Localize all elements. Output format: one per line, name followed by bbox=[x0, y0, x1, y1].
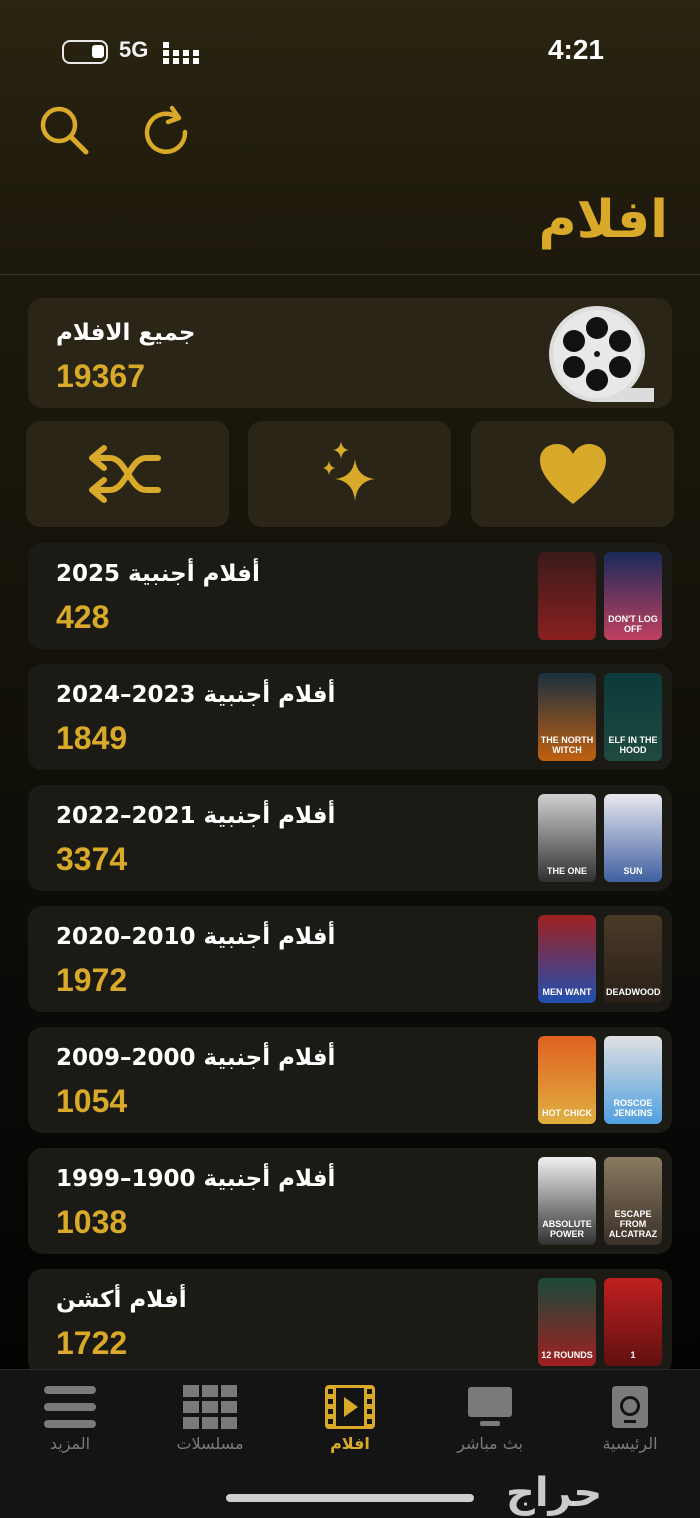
movie-poster: DEADWOOD bbox=[604, 915, 662, 1003]
poster-title: ELF IN THE HOOD bbox=[608, 735, 658, 755]
category-card[interactable]: أفلام أكشن 1722 12 ROUNDS 1 bbox=[28, 1269, 672, 1375]
quick-actions bbox=[26, 421, 674, 527]
home-icon bbox=[612, 1386, 648, 1428]
search-button[interactable] bbox=[34, 100, 94, 160]
favorites-button[interactable] bbox=[471, 421, 674, 527]
poster-title: ABSOLUTE POWER bbox=[542, 1219, 592, 1239]
tab-more-label: المزيد bbox=[49, 1434, 91, 1453]
movie-poster: HOT CHICK bbox=[538, 1036, 596, 1124]
status-bar: 5G 4:21 bbox=[0, 0, 700, 100]
suggestions-button[interactable] bbox=[248, 421, 451, 527]
movie-poster: SUN bbox=[604, 794, 662, 882]
poster-title: THE ONE bbox=[546, 866, 587, 876]
poster-title: 12 ROUNDS bbox=[541, 1350, 593, 1360]
signal-icon bbox=[163, 42, 199, 64]
category-name: أفلام أجنبية 2025 bbox=[56, 561, 260, 587]
poster-thumbnails: ABSOLUTE POWER ESCAPE FROM ALCATRAZ bbox=[538, 1157, 664, 1245]
category-card[interactable]: أفلام أجنبية 2023–2024 1849 THE NORTH WITC… bbox=[28, 664, 672, 770]
poster-title: DEADWOOD bbox=[606, 987, 661, 997]
page-title: افلام bbox=[538, 190, 668, 250]
home-indicator bbox=[226, 1494, 474, 1502]
network-label: 5G bbox=[119, 37, 149, 62]
menu-icon bbox=[44, 1386, 96, 1428]
category-count: 428 bbox=[56, 599, 110, 635]
film-reel-icon bbox=[549, 306, 654, 402]
movie-poster: THE ONE bbox=[538, 794, 596, 882]
category-card[interactable]: أفلام أجنبية 2000–2009 1054 HOT CHICK ROSCO… bbox=[28, 1027, 672, 1133]
movie-poster: MEN WANT bbox=[538, 915, 596, 1003]
category-count: 1849 bbox=[56, 720, 128, 756]
battery-icon bbox=[62, 40, 108, 64]
poster-thumbnails: MEN WANT DEADWOOD bbox=[538, 915, 664, 1003]
header-divider bbox=[0, 274, 700, 275]
tab-live-label: بث مباشر bbox=[457, 1434, 523, 1453]
all-movies-card[interactable]: جميع الافلام 19367 bbox=[28, 298, 672, 408]
poster-thumbnails: THE NORTH WITCH ELF IN THE HOOD bbox=[538, 673, 664, 761]
movie-poster: DON'T LOG OFF bbox=[604, 552, 662, 640]
poster-title: ROSCOE JENKINS bbox=[613, 1098, 653, 1118]
all-movies-label: جميع الافلام bbox=[56, 320, 196, 346]
category-count: 1054 bbox=[56, 1083, 128, 1119]
tab-series-label: مسلسلات bbox=[176, 1434, 244, 1453]
category-name: أفلام أجنبية 2010–2020 bbox=[56, 924, 336, 950]
category-count: 1722 bbox=[56, 1325, 128, 1361]
movie-poster: ELF IN THE HOOD bbox=[604, 673, 662, 761]
tab-home-label: الرئيسية bbox=[602, 1434, 658, 1453]
grid-icon bbox=[183, 1385, 237, 1429]
heart-icon bbox=[539, 444, 606, 504]
movie-poster: THE NORTH WITCH bbox=[538, 673, 596, 761]
refresh-button[interactable] bbox=[136, 100, 196, 160]
category-name: أفلام أجنبية 1900–1999 bbox=[56, 1166, 336, 1192]
header-toolbar bbox=[0, 100, 700, 160]
sparkles-icon bbox=[322, 441, 375, 501]
all-movies-count: 19367 bbox=[56, 358, 145, 394]
tab-movies-label: افلام bbox=[330, 1434, 370, 1453]
poster-thumbnails: THE ONE SUN bbox=[538, 794, 664, 882]
watermark-logo: حراج bbox=[506, 1470, 603, 1516]
tab-more[interactable]: المزيد bbox=[0, 1370, 140, 1470]
movie-poster: 1 bbox=[604, 1278, 662, 1366]
search-icon bbox=[40, 106, 89, 155]
poster-title: 1 bbox=[630, 1350, 636, 1360]
category-count: 3374 bbox=[56, 841, 128, 877]
movie-poster: ABSOLUTE POWER bbox=[538, 1157, 596, 1245]
tab-home[interactable]: الرئيسية bbox=[560, 1370, 700, 1470]
poster-title: HOT CHICK bbox=[542, 1108, 592, 1118]
movie-poster: 12 ROUNDS bbox=[538, 1278, 596, 1366]
tab-series[interactable]: مسلسلات bbox=[140, 1370, 280, 1470]
poster-title: THE NORTH WITCH bbox=[540, 735, 594, 755]
poster-title: DON'T LOG OFF bbox=[608, 614, 658, 634]
category-count: 1038 bbox=[56, 1204, 128, 1240]
refresh-icon bbox=[144, 105, 188, 154]
movie-poster: ESCAPE FROM ALCATRAZ bbox=[604, 1157, 662, 1245]
poster-thumbnails: 12 ROUNDS 1 bbox=[538, 1278, 664, 1366]
category-name: أفلام أجنبية 2021–2022 bbox=[56, 803, 336, 829]
category-card[interactable]: أفلام أجنبية 2010–2020 1972 MEN WANT DEADWO… bbox=[28, 906, 672, 1012]
poster-title: MEN WANT bbox=[542, 987, 592, 997]
film-icon bbox=[325, 1385, 375, 1429]
poster-thumbnails: HOT CHICK ROSCOE JENKINS bbox=[538, 1036, 664, 1124]
poster-title: SUN bbox=[623, 866, 643, 876]
category-card[interactable]: أفلام أجنبية 1900–1999 1038 ABSOLUTE POWER… bbox=[28, 1148, 672, 1254]
category-name: أفلام أجنبية 2023–2024 bbox=[56, 682, 336, 708]
poster-title: ESCAPE FROM ALCATRAZ bbox=[608, 1209, 658, 1239]
tab-movies[interactable]: افلام bbox=[280, 1370, 420, 1470]
poster-thumbnails: DON'T LOG OFF bbox=[538, 552, 664, 640]
shuffle-icon bbox=[88, 445, 161, 503]
category-count: 1972 bbox=[56, 962, 128, 998]
movie-poster: ROSCOE JENKINS bbox=[604, 1036, 662, 1124]
category-card[interactable]: أفلام أجنبية 2025 428 DON'T LOG OFF bbox=[28, 543, 672, 649]
clock: 4:21 bbox=[547, 34, 604, 65]
tv-icon bbox=[468, 1387, 512, 1426]
category-card[interactable]: أفلام أجنبية 2021–2022 3374 THE ONE SUN bbox=[28, 785, 672, 891]
category-name: أفلام أكشن bbox=[56, 1287, 187, 1313]
movie-poster bbox=[538, 552, 596, 640]
shuffle-button[interactable] bbox=[26, 421, 229, 527]
category-name: أفلام أجنبية 2000–2009 bbox=[56, 1045, 336, 1071]
tab-live[interactable]: بث مباشر bbox=[420, 1370, 560, 1470]
